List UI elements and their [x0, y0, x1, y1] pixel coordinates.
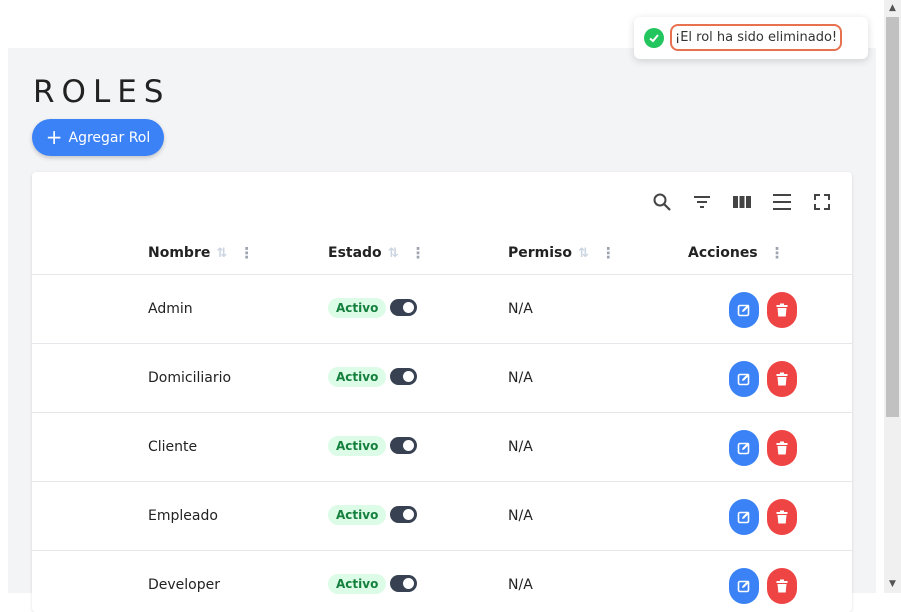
scroll-up-arrow-icon[interactable]: ▲ — [884, 0, 901, 17]
column-name-label: Nombre — [148, 245, 211, 261]
edit-icon — [737, 373, 750, 386]
column-menu-icon[interactable]: ⋮ — [601, 244, 616, 262]
edit-button[interactable] — [729, 361, 759, 397]
column-header-status[interactable]: Estado ⇅ ⋮ — [328, 244, 426, 262]
status-toggle[interactable] — [390, 575, 417, 592]
edit-button[interactable] — [729, 430, 759, 466]
table-row: Admin Activo N/A — [32, 275, 852, 344]
edit-icon — [737, 580, 750, 593]
column-permission-label: Permiso — [508, 245, 572, 261]
status-badge: Activo — [328, 574, 387, 594]
role-name: Cliente — [148, 439, 198, 455]
column-header-name[interactable]: Nombre ⇅ ⋮ — [148, 244, 254, 262]
sort-icon[interactable]: ⇅ — [578, 246, 589, 261]
vertical-scrollbar[interactable]: ▲ ▼ — [884, 0, 901, 593]
trash-icon — [776, 303, 788, 317]
check-circle-icon — [644, 28, 664, 48]
table-row: Empleado Activo N/A — [32, 482, 852, 551]
table-toolbar — [650, 190, 834, 214]
table-row: Domiciliario Activo N/A — [32, 344, 852, 413]
add-role-button[interactable]: + Agregar Rol — [32, 119, 164, 156]
trash-icon — [776, 579, 788, 593]
role-permission: N/A — [508, 439, 533, 455]
delete-button[interactable] — [767, 361, 797, 397]
density-icon[interactable] — [770, 190, 794, 214]
delete-button[interactable] — [767, 499, 797, 535]
column-menu-icon[interactable]: ⋮ — [239, 244, 254, 262]
table-row: Cliente Activo N/A — [32, 413, 852, 482]
role-name: Admin — [148, 301, 193, 317]
trash-icon — [776, 441, 788, 455]
toast-message: ¡El rol ha sido eliminado! — [670, 24, 843, 51]
status-toggle[interactable] — [390, 368, 417, 385]
edit-icon — [737, 511, 750, 524]
column-status-label: Estado — [328, 245, 382, 261]
scroll-down-arrow-icon[interactable]: ▼ — [884, 576, 901, 593]
delete-button[interactable] — [767, 430, 797, 466]
delete-button[interactable] — [767, 568, 797, 604]
page-title: ROLES — [33, 74, 171, 110]
status-toggle[interactable] — [390, 506, 417, 523]
role-name: Developer — [148, 577, 221, 593]
status-badge: Activo — [328, 436, 387, 456]
fullscreen-icon[interactable] — [810, 190, 834, 214]
edit-icon — [737, 304, 750, 317]
role-permission: N/A — [508, 301, 533, 317]
edit-icon — [737, 442, 750, 455]
columns-icon[interactable] — [730, 190, 754, 214]
role-name: Empleado — [148, 508, 218, 524]
delete-button[interactable] — [767, 292, 797, 328]
success-toast: ¡El rol ha sido eliminado! — [634, 17, 868, 59]
plus-icon: + — [45, 124, 63, 149]
filter-icon[interactable] — [690, 190, 714, 214]
sort-icon[interactable]: ⇅ — [216, 246, 227, 261]
edit-button[interactable] — [729, 292, 759, 328]
status-badge: Activo — [328, 367, 387, 387]
role-permission: N/A — [508, 370, 533, 386]
edit-button[interactable] — [729, 568, 759, 604]
search-icon[interactable] — [650, 190, 674, 214]
add-role-label: Agregar Rol — [68, 129, 151, 146]
status-toggle[interactable] — [390, 299, 417, 316]
status-badge: Activo — [328, 298, 387, 318]
roles-table-card: Nombre ⇅ ⋮ Estado ⇅ ⋮ Permiso ⇅ ⋮ Accion… — [32, 172, 852, 612]
table-row: Developer Activo N/A — [32, 551, 852, 612]
column-actions-label: Acciones — [688, 245, 758, 261]
edit-button[interactable] — [729, 499, 759, 535]
role-permission: N/A — [508, 508, 533, 524]
scrollbar-thumb[interactable] — [886, 17, 899, 417]
role-permission: N/A — [508, 577, 533, 593]
status-badge: Activo — [328, 505, 387, 525]
table-header: Nombre ⇅ ⋮ Estado ⇅ ⋮ Permiso ⇅ ⋮ Accion… — [32, 232, 852, 275]
role-name: Domiciliario — [148, 370, 232, 386]
column-menu-icon[interactable]: ⋮ — [770, 244, 785, 262]
trash-icon — [776, 510, 788, 524]
trash-icon — [776, 372, 788, 386]
status-toggle[interactable] — [390, 437, 417, 454]
sort-icon[interactable]: ⇅ — [388, 246, 399, 261]
column-header-permission[interactable]: Permiso ⇅ ⋮ — [508, 244, 616, 262]
column-menu-icon[interactable]: ⋮ — [411, 244, 426, 262]
column-header-actions: Acciones ⋮ — [688, 244, 785, 262]
